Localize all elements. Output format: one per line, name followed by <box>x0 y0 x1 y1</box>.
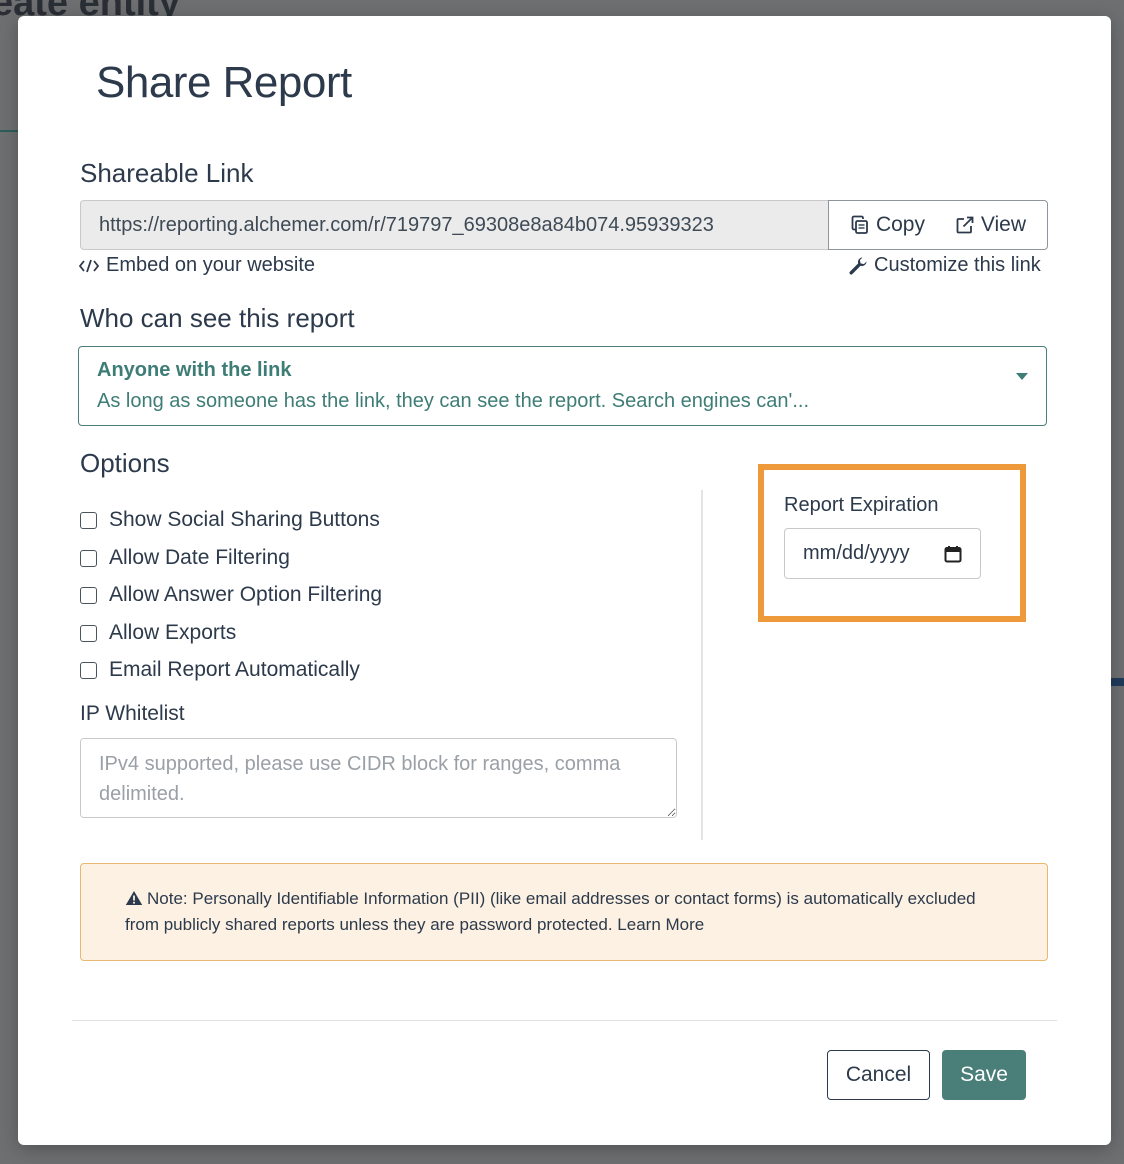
copy-button[interactable]: Copy <box>850 213 925 237</box>
customize-label: Customize this link <box>874 254 1041 276</box>
share-report-modal: Share Report Shareable Link Copy View Em… <box>18 16 1111 1145</box>
visibility-label: Who can see this report <box>80 303 355 333</box>
option-label: Email Report Automatically <box>109 658 360 681</box>
report-expiration-label: Report Expiration <box>784 494 939 516</box>
checkbox[interactable] <box>80 586 97 604</box>
option-label: Allow Exports <box>109 621 237 644</box>
wrench-icon <box>848 256 868 276</box>
option-allow-date-filtering[interactable]: Allow Date Filtering <box>80 546 290 570</box>
shareable-link-input[interactable] <box>80 200 828 250</box>
save-button[interactable]: Save <box>942 1050 1026 1100</box>
background-tab-underline <box>0 130 18 132</box>
code-icon <box>78 258 100 274</box>
option-label: Allow Date Filtering <box>109 546 290 569</box>
option-email-report[interactable]: Email Report Automatically <box>80 658 360 682</box>
option-label: Show Social Sharing Buttons <box>109 508 380 531</box>
copy-label: Copy <box>875 213 925 236</box>
link-actions: Copy View <box>828 200 1048 250</box>
warning-icon <box>125 889 147 908</box>
checkbox[interactable] <box>80 549 97 567</box>
options-divider <box>701 490 703 840</box>
option-allow-exports[interactable]: Allow Exports <box>80 621 236 645</box>
embed-link[interactable]: Embed on your website <box>78 254 315 277</box>
shareable-link-label: Shareable Link <box>80 158 254 188</box>
shareable-link-group: Copy View <box>80 200 1048 250</box>
customize-link[interactable]: Customize this link <box>848 254 1041 277</box>
options-label: Options <box>80 448 170 478</box>
calendar-icon[interactable] <box>944 545 962 563</box>
date-placeholder: mm/dd/yyyy <box>803 542 910 564</box>
visibility-selected-title: Anyone with the link <box>97 359 292 381</box>
ip-whitelist-textarea[interactable] <box>80 738 677 818</box>
copy-icon <box>850 215 870 235</box>
checkbox[interactable] <box>80 511 97 529</box>
embed-label: Embed on your website <box>106 254 316 276</box>
checkbox[interactable] <box>80 624 97 642</box>
visibility-selected-description: As long as someone has the link, they ca… <box>97 390 810 412</box>
report-expiration-date-input[interactable]: mm/dd/yyyy <box>784 528 981 579</box>
checkbox[interactable] <box>80 661 97 679</box>
ip-whitelist-label: IP Whitelist <box>80 702 185 725</box>
footer-divider <box>72 1020 1057 1021</box>
cancel-button[interactable]: Cancel <box>827 1050 930 1100</box>
pii-note: Note: Personally Identifiable Informatio… <box>80 863 1048 961</box>
option-allow-answer-filtering[interactable]: Allow Answer Option Filtering <box>80 583 382 607</box>
note-text: Note: Personally Identifiable Informatio… <box>125 889 976 934</box>
option-label: Allow Answer Option Filtering <box>109 583 383 606</box>
chevron-down-icon <box>1016 373 1028 380</box>
visibility-select[interactable]: Anyone with the link As long as someone … <box>78 346 1047 426</box>
view-button[interactable]: View <box>955 213 1026 237</box>
view-label: View <box>980 213 1027 236</box>
external-link-icon <box>955 215 975 235</box>
background-accent-strip <box>1110 678 1124 686</box>
modal-title: Share Report <box>96 58 352 107</box>
option-show-social-sharing[interactable]: Show Social Sharing Buttons <box>80 508 380 532</box>
